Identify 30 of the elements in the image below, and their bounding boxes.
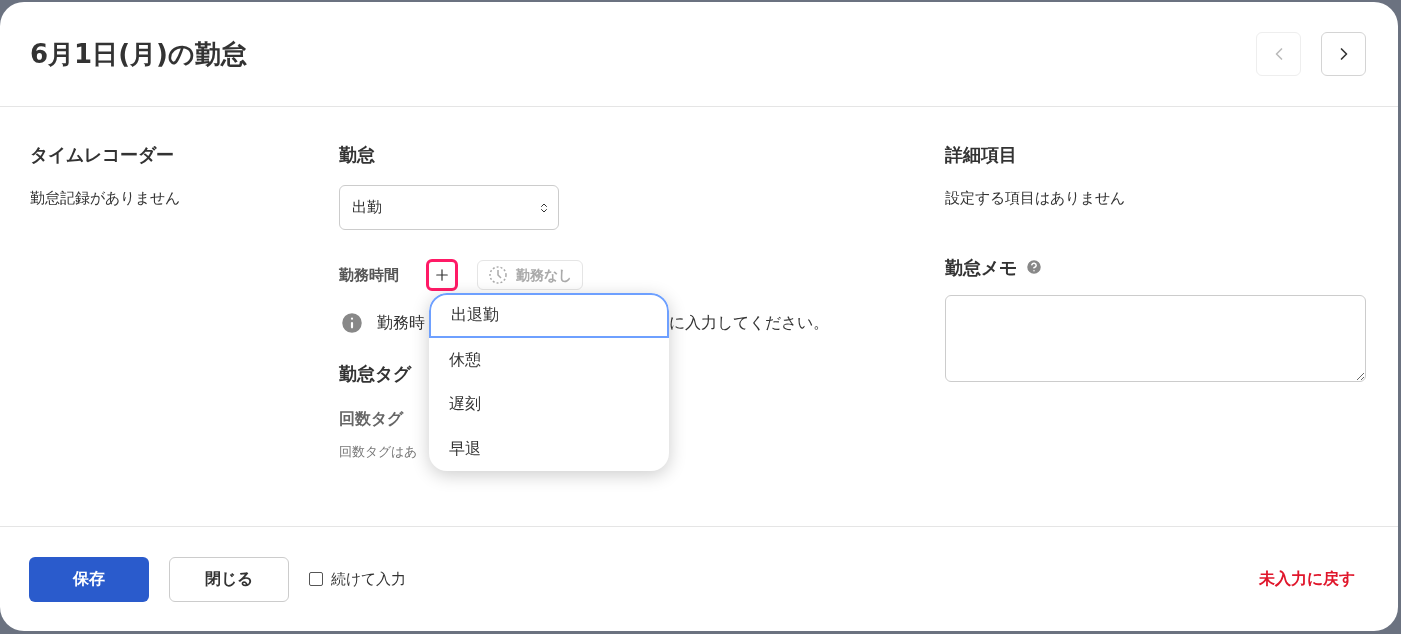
next-button[interactable]: [1321, 32, 1366, 76]
menu-item[interactable]: 出退勤: [429, 293, 669, 338]
memo-field[interactable]: [945, 294, 1366, 382]
empty-message: 回数タグはあ: [339, 443, 418, 461]
section-heading: 勤怠: [339, 143, 376, 165]
field-label: 勤務時間: [339, 264, 400, 286]
updown-icon: [538, 201, 550, 214]
clock-icon: [488, 265, 508, 285]
help-icon: [1025, 258, 1043, 276]
menu-item[interactable]: 休憩: [429, 337, 669, 382]
field-label: 回数タグ: [339, 408, 405, 430]
attendance-select[interactable]: 出勤: [339, 185, 559, 230]
plus-icon: [433, 266, 451, 284]
checkbox-label: 続けて入力: [331, 568, 406, 590]
dialog-title: 6月1日(月)の勤怠: [30, 37, 247, 71]
add-button[interactable]: [426, 259, 458, 291]
reset-link[interactable]: 未入力に戻す: [1259, 567, 1355, 591]
info-text: に入力してください。: [669, 312, 829, 334]
section-heading: 詳細項目: [945, 143, 1018, 165]
checkbox[interactable]: [309, 572, 323, 586]
empty-message: 設定する項目はありません: [945, 188, 1126, 209]
menu-item[interactable]: 早退: [429, 426, 669, 471]
save-button[interactable]: 保存: [29, 556, 149, 602]
section-heading: 勤怠メモ: [945, 255, 1017, 280]
close-button[interactable]: 閉じる: [169, 556, 289, 602]
empty-message: 勤怠記録がありません: [30, 188, 181, 209]
info-text: 勤務時: [377, 312, 426, 334]
menu-item[interactable]: 遅刻: [429, 382, 669, 427]
info-icon: [339, 310, 365, 336]
section-heading: タイムレコーダー: [30, 143, 175, 165]
